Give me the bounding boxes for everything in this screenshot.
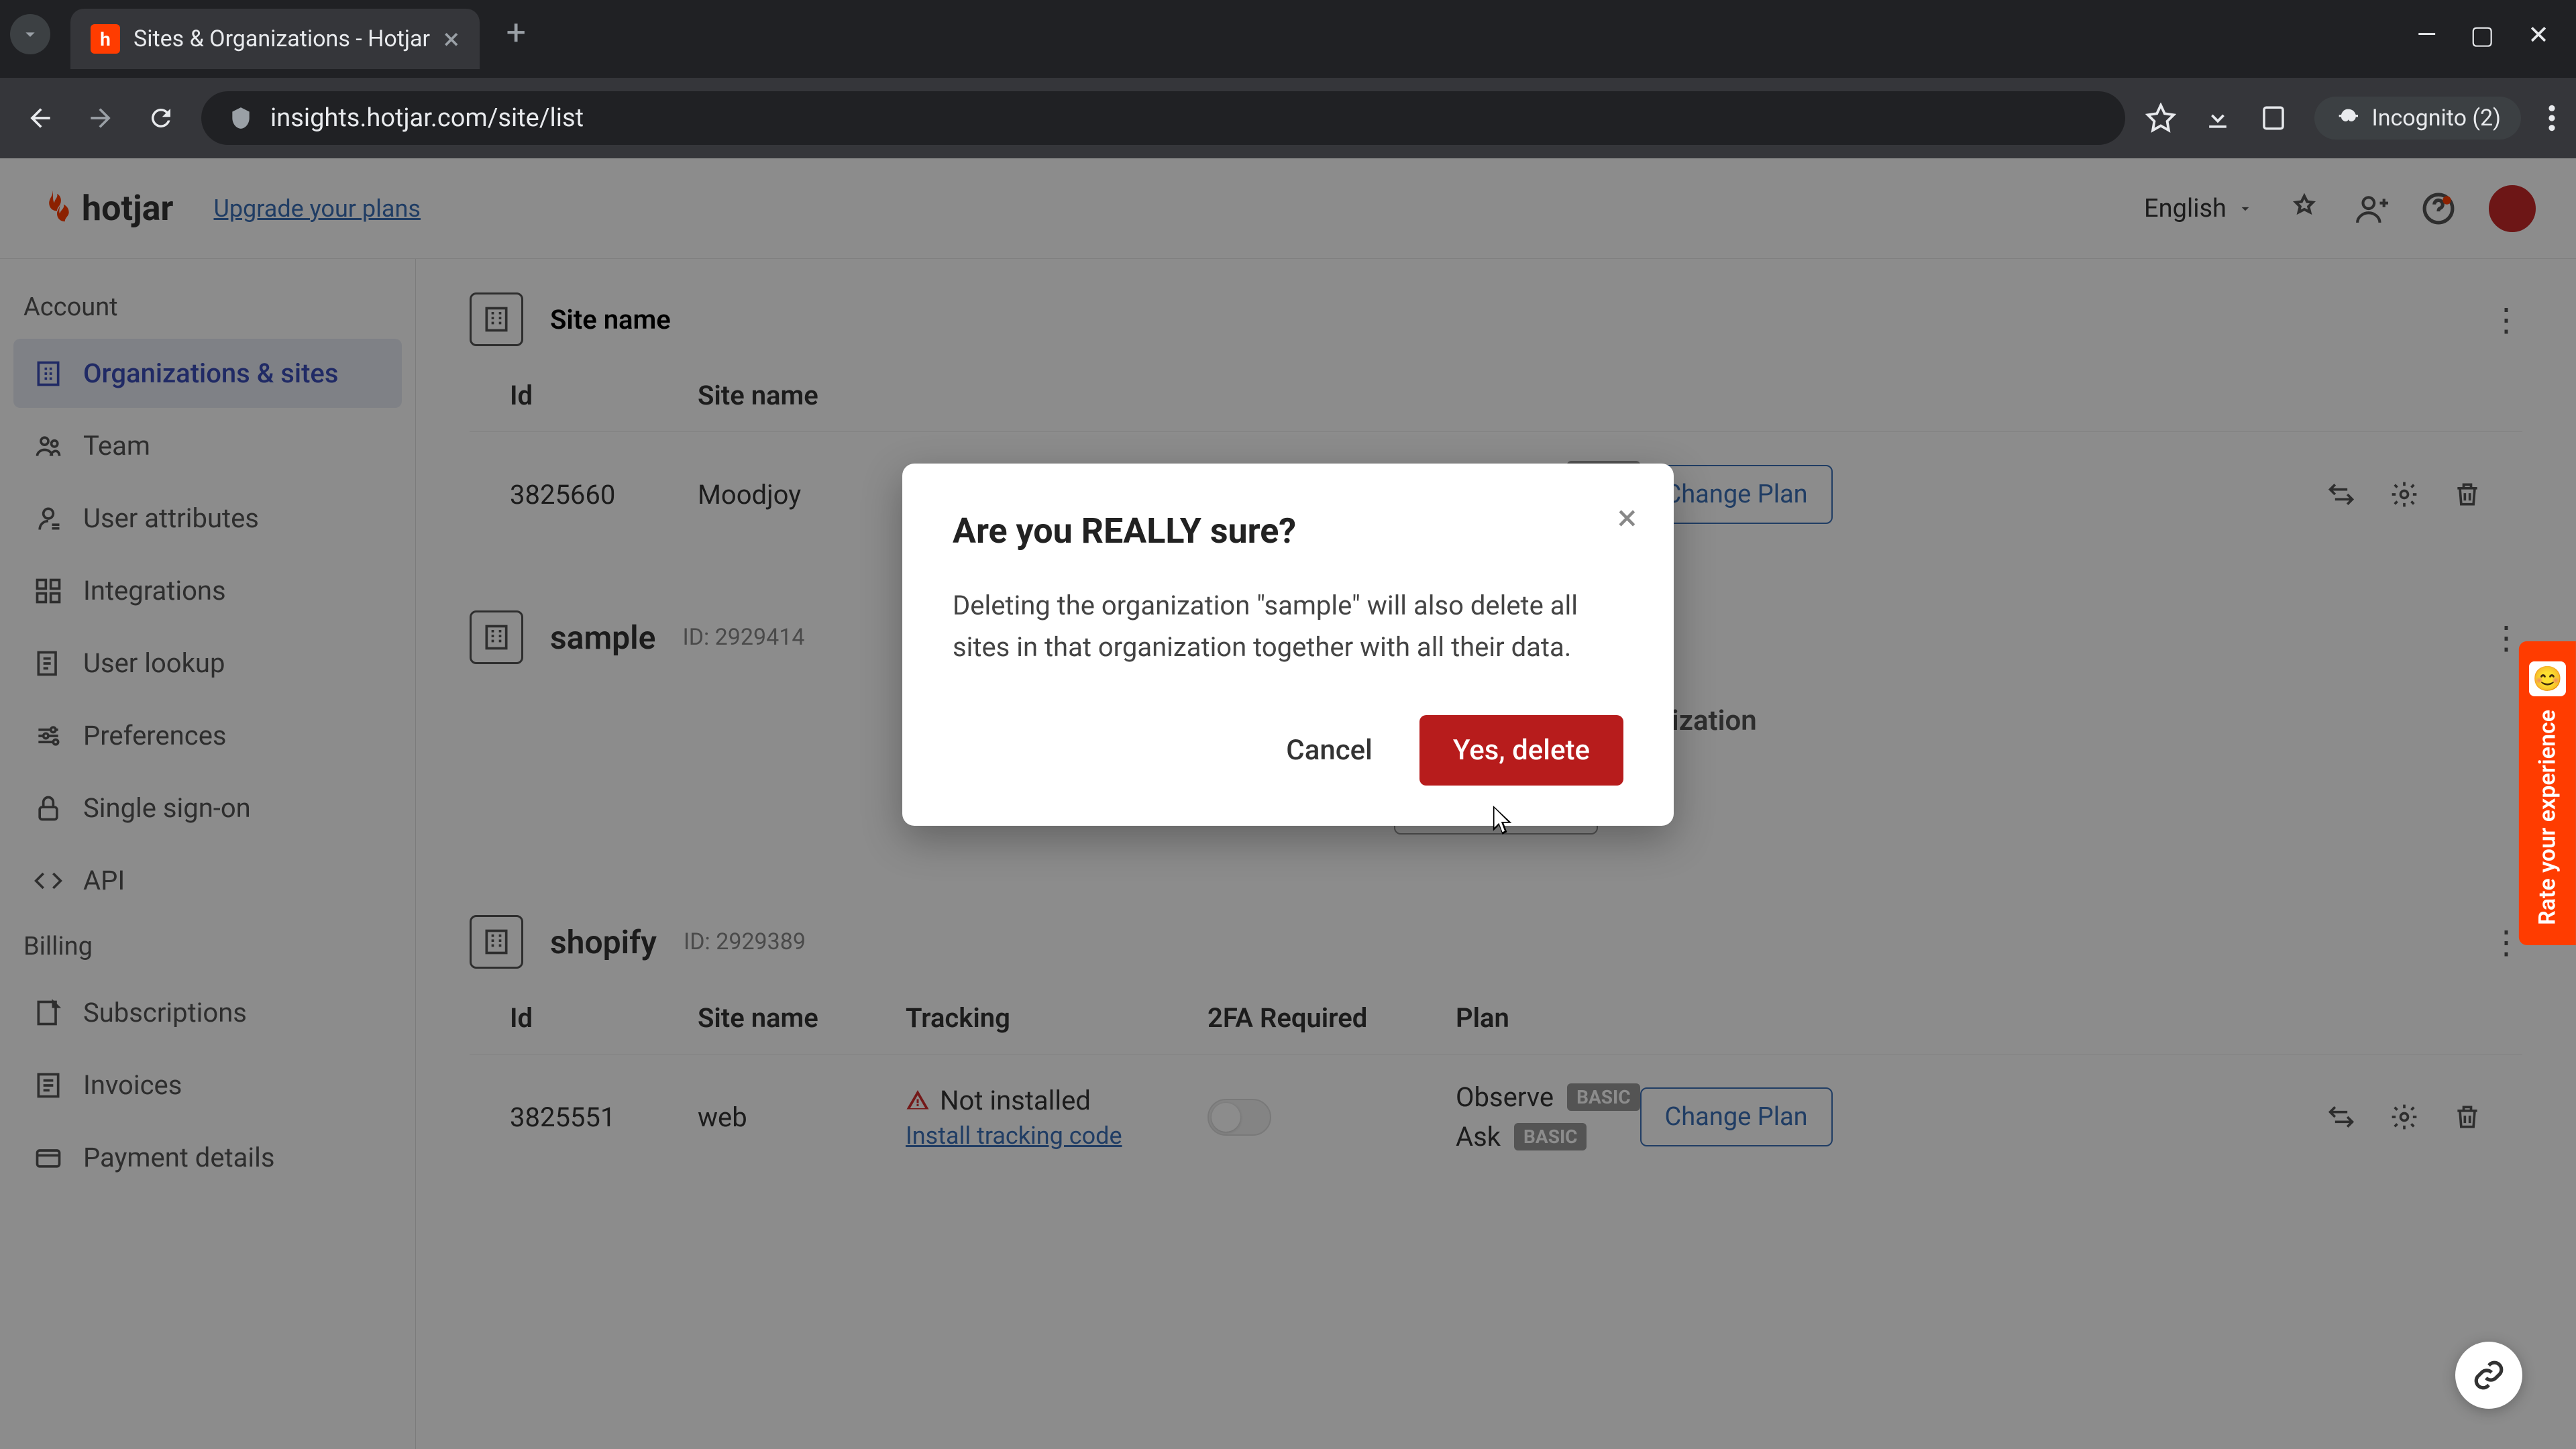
close-window-icon[interactable]: ✕ [2528,20,2549,50]
maximize-icon[interactable]: ▢ [2470,20,2494,50]
close-tab-icon[interactable]: × [443,21,459,56]
site-settings-icon[interactable] [228,105,254,131]
tab-title: Sites & Organizations - Hotjar [133,25,430,52]
reading-list-icon[interactable] [2259,104,2288,132]
reload-button[interactable] [141,98,181,138]
feedback-tab[interactable]: Rate your experience 😊 [2519,641,2576,945]
downloads-icon[interactable] [2203,103,2233,133]
modal-title: Are you REALLY sure? [953,511,1623,551]
back-button[interactable] [20,98,60,138]
feedback-label: Rate your experience [2534,710,2561,925]
chrome-menu-icon[interactable] [2548,103,2556,133]
modal-body: Deleting the organization "sample" will … [953,585,1623,668]
incognito-icon [2334,105,2361,131]
cancel-button[interactable]: Cancel [1256,715,1403,786]
incognito-badge[interactable]: Incognito (2) [2314,97,2521,140]
browser-tab-strip: h Sites & Organizations - Hotjar × + — ▢… [0,0,2576,78]
minimize-icon[interactable]: — [2417,20,2437,50]
address-bar: insights.hotjar.com/site/list Incognito … [0,78,2576,158]
bookmark-star-icon[interactable] [2145,103,2176,133]
modal-close-button[interactable]: × [1617,497,1637,539]
confirm-delete-modal: × Are you REALLY sure? Deleting the orga… [902,464,1674,826]
confirm-delete-button[interactable]: Yes, delete [1419,715,1623,786]
forward-button[interactable] [80,98,121,138]
tab-search-button[interactable] [10,14,50,54]
feedback-emoji-icon: 😊 [2529,661,2566,696]
link-fab[interactable] [2455,1342,2522,1409]
url-text: insights.hotjar.com/site/list [270,103,584,133]
hotjar-favicon: h [91,24,120,54]
mouse-cursor [1493,806,1517,845]
browser-tab[interactable]: h Sites & Organizations - Hotjar × [70,9,480,69]
incognito-label: Incognito (2) [2371,105,2501,131]
app-root: hotjar Upgrade your plans English Accoun… [0,158,2576,1449]
url-input[interactable]: insights.hotjar.com/site/list [201,91,2125,145]
link-icon [2472,1358,2506,1392]
new-tab-button[interactable]: + [506,12,527,53]
